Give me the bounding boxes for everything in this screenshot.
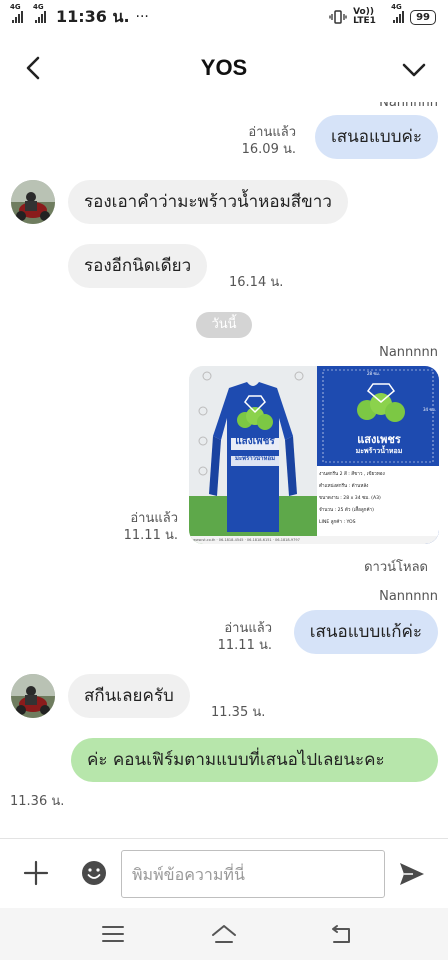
read-receipt: อ่านแล้ว — [130, 511, 178, 526]
status-bar: 4G 4G 11:36 น. ··· Vo)) LTE1 4G 99 — [0, 0, 448, 34]
plus-icon[interactable] — [22, 859, 50, 887]
spec-row: ตำแหน่งสกรีน : ด้านหลัง — [319, 484, 369, 489]
message-time: 11.11 น. — [123, 528, 178, 543]
message-input[interactable] — [121, 850, 385, 898]
chevron-left-icon[interactable] — [20, 54, 48, 82]
signal-icon: 4G — [10, 3, 23, 23]
message-time: 11.36 น. — [10, 794, 65, 809]
menu-icon[interactable] — [100, 921, 126, 947]
message-meta: อ่านแล้ว 11.11 น. — [124, 510, 178, 544]
spec-list: งานสกรีน 2 สี : สีขาว , เขียวทอง ตำแหน่ง… — [319, 469, 437, 529]
avatar[interactable] — [11, 180, 55, 224]
download-link[interactable]: ดาวน์โหลด — [364, 556, 428, 577]
status-right: Vo)) LTE1 4G 99 — [329, 3, 436, 26]
message-bubble-outgoing[interactable]: ค่ะ คอนเฟิร์มตามแบบที่เสนอไปเลยนะคะ — [71, 738, 438, 782]
volte-label: Vo)) LTE1 — [353, 7, 376, 26]
status-time: 11:36 น. — [56, 6, 130, 26]
avatar-image — [11, 180, 55, 224]
design-logo-text-2: มะพร้าวน้ำหอม — [355, 447, 403, 455]
read-receipt: อ่านแล้ว — [248, 125, 296, 140]
chevron-down-icon[interactable] — [400, 56, 428, 84]
message-bubble-outgoing[interactable]: เสนอแบบค่ะ — [314, 115, 438, 159]
message-time: 16.09 น. — [241, 142, 296, 157]
signal-icon: 4G — [33, 3, 46, 23]
signal-icon: 4G — [391, 3, 405, 23]
chat-title: YOS — [200, 55, 248, 80]
chat-header: YOS — [0, 34, 448, 102]
message-time: 11.35 น. — [211, 705, 266, 720]
chat-area[interactable]: Nannnnn เสนอแบบค่ะ อ่านแล้ว 16.09 น. รอง… — [0, 102, 448, 838]
battery-indicator: 99 — [410, 9, 436, 25]
message-meta: อ่านแล้ว 11.11 น. — [218, 620, 272, 654]
spec-row: ขนาดงาน : 28 x 34 ซม. (A3) — [319, 496, 381, 501]
message-bubble-incoming[interactable]: รองเอาคำว่ามะพร้าวน้ำหอมสีขาว — [68, 180, 348, 224]
message-time: 11.11 น. — [217, 638, 272, 653]
message-meta: อ่านแล้ว 16.09 น. — [242, 124, 296, 158]
read-receipt: อ่านแล้ว — [224, 621, 272, 636]
sender-name: Nannnnn — [379, 102, 438, 110]
shirt-logo-text-1: แสงเพชร — [235, 436, 275, 447]
image-footer: www.st.co.th · 06-1818-4545 · 06-1818-61… — [193, 538, 300, 542]
image-message[interactable]: แสงเพชร มะพร้าวน้ำหอม 28 ซม. 34 ซม. แสงเ… — [189, 366, 439, 544]
message-bubble-incoming[interactable]: รองอีกนิดเดียว — [68, 244, 208, 288]
message-input-bar — [0, 838, 448, 908]
network-type-2: 4G — [33, 3, 44, 11]
status-more: ··· — [135, 9, 149, 25]
status-left: 4G 4G 11:36 น. ··· — [10, 3, 149, 30]
shirt-logo-text-2: มะพร้าวน้ำหอม — [234, 455, 276, 462]
system-nav-bar — [0, 908, 448, 960]
spec-row: จำนวน : 25 ตัว (เสื้อลูกค้า) — [319, 508, 374, 513]
back-arrow-icon[interactable] — [328, 921, 354, 947]
design-dimension-height: 34 ซม. — [423, 407, 436, 412]
avatar-image — [11, 674, 55, 718]
spec-row: LINE ลูกค้า : YOS — [319, 520, 356, 525]
vibrate-icon — [329, 10, 347, 24]
sender-name: Nannnnn — [379, 345, 438, 360]
network-type-1: 4G — [10, 3, 21, 11]
home-icon[interactable] — [211, 921, 237, 947]
spec-row: งานสกรีน 2 สี : สีขาว , เขียวทอง — [319, 472, 385, 477]
design-dimension-width: 28 ซม. — [367, 371, 380, 376]
avatar[interactable] — [11, 674, 55, 718]
message-bubble-incoming[interactable]: สกีนเลยครับ — [68, 674, 190, 718]
network-type-3: 4G — [391, 3, 402, 11]
send-icon[interactable] — [397, 859, 427, 889]
date-separator: วันนี้ — [196, 312, 252, 338]
emoji-icon[interactable] — [80, 859, 108, 887]
message-bubble-outgoing[interactable]: เสนอแบบแก้ค่ะ — [293, 610, 438, 654]
message-time: 16.14 น. — [229, 275, 284, 290]
sender-name: Nannnnn — [379, 589, 438, 604]
